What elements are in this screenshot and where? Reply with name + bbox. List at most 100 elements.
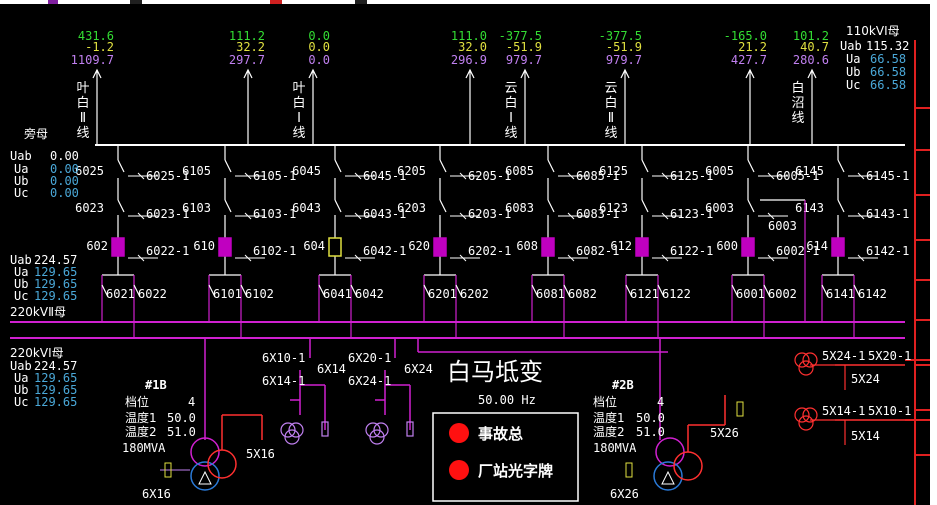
- pt-switch-6x14[interactable]: 6X14: [317, 362, 346, 376]
- t1-tap-label: 档位: [125, 394, 149, 409]
- feeder-3[interactable]: 0.00.00.0叶白Ⅰ线: [292, 29, 330, 145]
- alarm-label-accident[interactable]: 事故总: [478, 425, 523, 443]
- pt-switch-6x20-1[interactable]: 6X20-1: [348, 351, 391, 365]
- bypass-readout: 旁母 Uab 0.00 Ua 0.00 Ub 0.00 Uc 0.00: [10, 126, 79, 200]
- disconnector-6123[interactable]: [641, 199, 649, 213]
- feeder-2[interactable]: 111.232.2297.7: [229, 29, 265, 145]
- label-612: 612: [610, 239, 632, 253]
- breaker-614[interactable]: [831, 237, 845, 257]
- bus1-readout: 220kVⅠ母 Uab 224.57 Ua 129.65 Ub 129.65 U…: [10, 346, 77, 409]
- feeder-name-char: 线: [504, 126, 517, 141]
- feeder-8[interactable]: 101.240.7280.6白沼线: [791, 29, 829, 145]
- feeder-4[interactable]: 111.032.0296.9: [451, 29, 487, 145]
- pt-switch-6x14-1[interactable]: 6X14-1: [262, 374, 305, 388]
- bay-602[interactable]: 6025 6025-16023 6023-1602 6022-16021 6022: [75, 145, 189, 338]
- right-switch-5x14[interactable]: 5X14: [851, 429, 880, 443]
- t1-tertiary-switch[interactable]: 5X16: [246, 447, 275, 461]
- bus1-uc-label: Uc: [14, 395, 28, 409]
- alarm-lamp-accident[interactable]: [449, 423, 469, 443]
- label-6023: 6023: [75, 201, 104, 215]
- feeder-5[interactable]: -377.5-51.9979.7云白Ⅰ线: [499, 29, 542, 145]
- disconnector-6045[interactable]: [334, 159, 342, 173]
- pt-pt1-icon[interactable]: [280, 421, 329, 445]
- bus110-uab-label: Uab: [840, 39, 862, 53]
- disconnector-6205[interactable]: [439, 159, 447, 173]
- disconnector-6043[interactable]: [334, 199, 342, 213]
- feeder-1[interactable]: 431.6-1.21109.7叶白Ⅱ线: [71, 29, 114, 145]
- right-switch-5x20-1[interactable]: 5X20-1: [868, 349, 911, 363]
- disconnector-6105[interactable]: [224, 159, 232, 173]
- label-620: 620: [408, 239, 430, 253]
- bus2-uc-value: 129.65: [34, 289, 77, 303]
- bay-604[interactable]: 6045 6045-16043 6043-1604 6042-16041 6042: [292, 145, 406, 338]
- bypass-uc-label: Uc: [14, 186, 28, 200]
- disconnector-6203[interactable]: [439, 199, 447, 213]
- t2-temp1-value: 50.0: [636, 411, 665, 425]
- disconnector-6143[interactable]: [837, 199, 845, 213]
- transformer-1[interactable]: #1B 档位 4 温度1 50.0 温度2 51.0 180MVA 5X16 6…: [122, 378, 275, 501]
- pt-switch-6x24[interactable]: 6X24: [404, 362, 433, 376]
- bay-612[interactable]: 6125 6125-16123 6123-1612 6122-16121 6122: [599, 145, 713, 338]
- breaker-602[interactable]: [111, 237, 125, 257]
- bypass-title: 旁母: [24, 126, 48, 141]
- t2-temp2-value: 51.0: [636, 425, 665, 439]
- bay-610[interactable]: 6105 6105-1 6103 6103-1 610 6102-1 6101 6102: [182, 145, 296, 338]
- pt-switch-6x10-1[interactable]: 6X10-1: [262, 351, 305, 365]
- pt-switch-6x24-1[interactable]: 6X24-1: [348, 374, 391, 388]
- disconnector-6023[interactable]: [117, 199, 125, 213]
- feeder-q: 32.0: [458, 40, 487, 54]
- bay-620[interactable]: 6205 6205-16203 6203-1620 6202-16201 6202: [397, 145, 511, 338]
- label-6201: 6201: [428, 287, 457, 301]
- breaker-620[interactable]: [433, 237, 447, 257]
- right-pt2-icon[interactable]: [794, 407, 818, 431]
- label-6041: 6041: [323, 287, 352, 301]
- label-6105-1: 6105-1: [253, 169, 296, 183]
- t2-tertiary-switch[interactable]: 5X26: [710, 426, 739, 440]
- breaker-610[interactable]: [218, 237, 232, 257]
- right-pt1-icon[interactable]: [794, 352, 818, 376]
- label-6202-1: 6202-1: [468, 244, 511, 258]
- disconnector-6025[interactable]: [117, 159, 125, 173]
- disconnector-6125[interactable]: [641, 159, 649, 173]
- label-6005: 6005: [705, 164, 734, 178]
- feeder-i: 979.7: [506, 53, 542, 67]
- feeder-6[interactable]: -377.5-51.9979.7云白Ⅱ线: [599, 29, 642, 145]
- breaker-608[interactable]: [541, 237, 555, 257]
- alarm-label-station[interactable]: 厂站光字牌: [478, 462, 553, 480]
- right-switch-5x14-1[interactable]: 5X14-1: [822, 404, 865, 418]
- bypass-uab-label: Uab: [10, 149, 32, 163]
- bay-614[interactable]: 6145 6145-1 6143 6143-1 614 6142-1 6141 6142: [795, 145, 909, 338]
- frequency-readout: 50.00 Hz: [478, 393, 536, 407]
- t2-name: #2B: [612, 378, 634, 392]
- disconnector-6145[interactable]: [837, 159, 845, 173]
- right-switch-5x24-1[interactable]: 5X24-1: [822, 349, 865, 363]
- alarm-panel: 事故总 厂站光字牌: [432, 412, 579, 502]
- breaker-612[interactable]: [635, 237, 649, 257]
- disconnector-6083[interactable]: [547, 199, 555, 213]
- label-614: 614: [806, 239, 828, 253]
- t2-temp1-label: 温度1: [593, 410, 625, 425]
- feeder-q: -51.9: [606, 40, 642, 54]
- transformer-2[interactable]: #2B 档位 4 温度1 50.0 温度2 51.0 180MVA 5X26 6…: [593, 378, 744, 501]
- t2-neutral-switch[interactable]: 6X26: [610, 487, 639, 501]
- breaker-600[interactable]: [741, 237, 755, 257]
- disconnector-6003[interactable]: [747, 199, 755, 213]
- label-6002: 6002: [768, 287, 797, 301]
- pt-pt2-icon[interactable]: [365, 421, 414, 445]
- disconnector-6005[interactable]: [747, 159, 755, 173]
- alarm-lamp-station[interactable]: [449, 460, 469, 480]
- label-6042: 6042: [355, 287, 384, 301]
- feeder-7[interactable]: -165.021.2427.7: [724, 29, 767, 145]
- label-6143: 6143: [795, 201, 824, 215]
- right-switch-5x24[interactable]: 5X24: [851, 372, 880, 386]
- bus110-uc-value: 66.58: [870, 78, 906, 92]
- label-6045: 6045: [292, 164, 321, 178]
- right-switch-5x10-1[interactable]: 5X10-1: [868, 404, 911, 418]
- disconnector-6085[interactable]: [547, 159, 555, 173]
- t1-neutral-switch[interactable]: 6X16: [142, 487, 171, 501]
- breaker-604[interactable]: [328, 237, 342, 257]
- disconnector-6103[interactable]: [224, 199, 232, 213]
- feeder-q: 40.7: [800, 40, 829, 54]
- feeder-name-char: 白: [504, 95, 517, 111]
- feeder-name-char: Ⅱ: [80, 111, 86, 126]
